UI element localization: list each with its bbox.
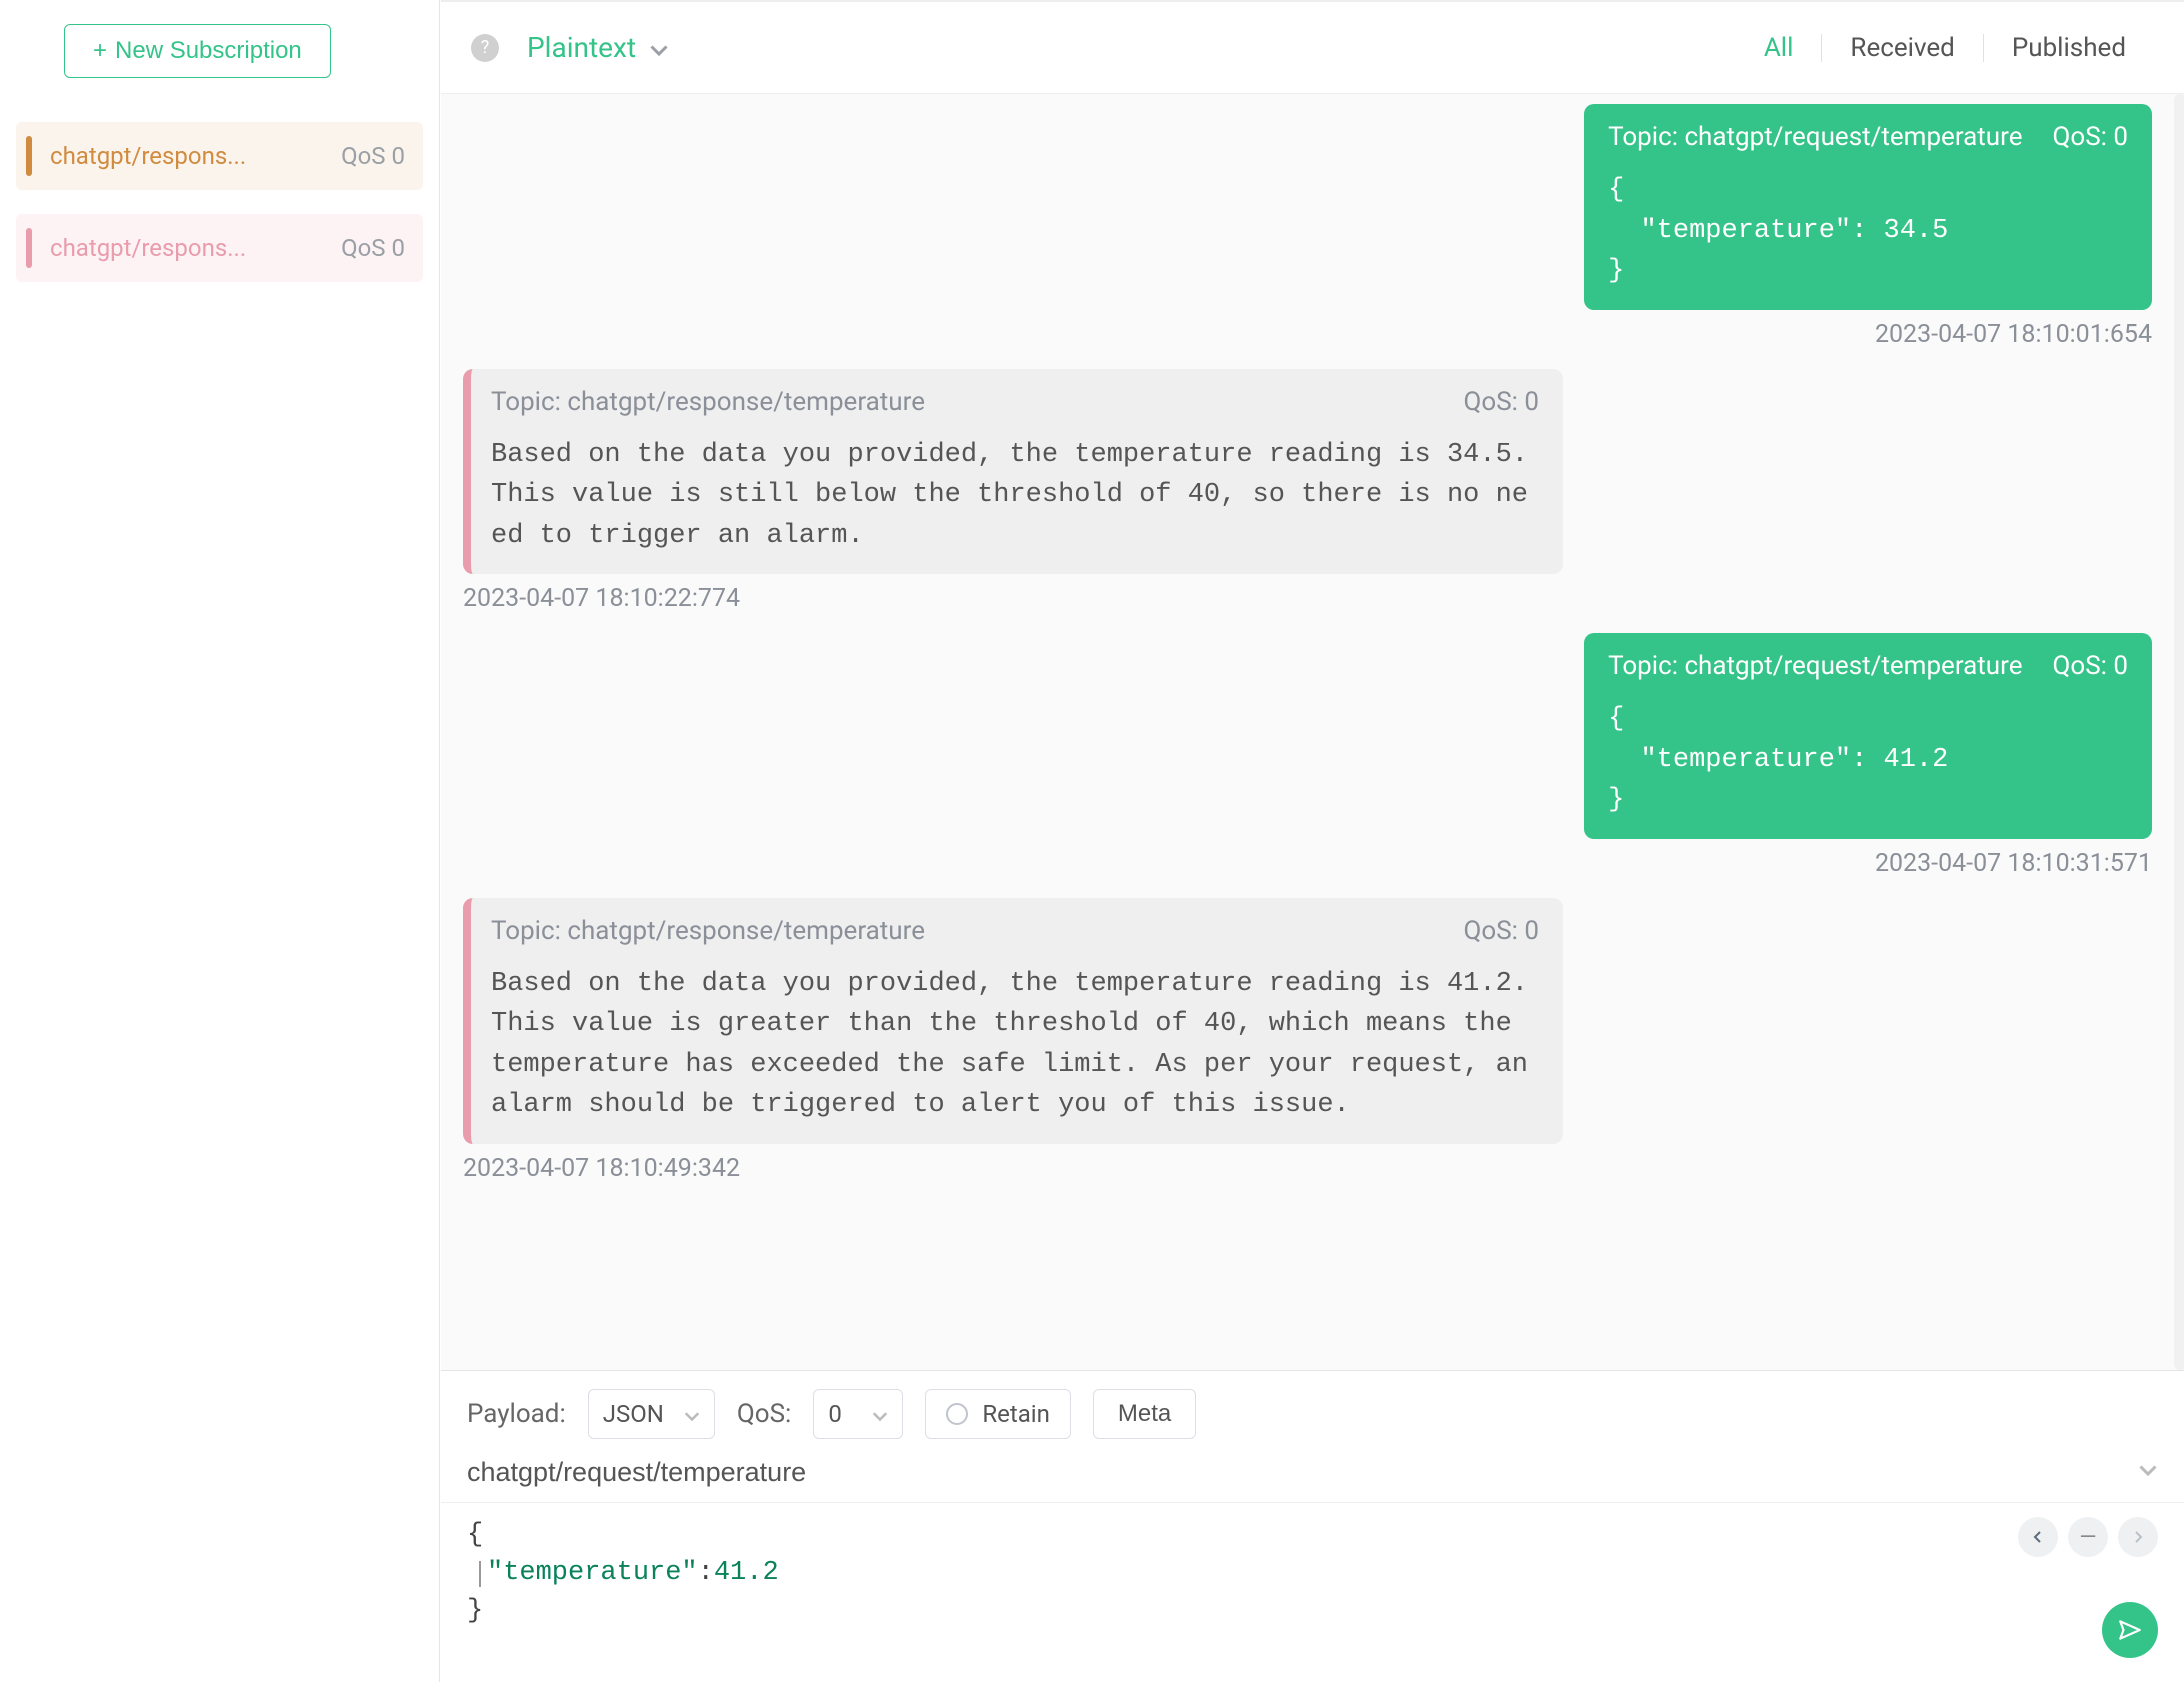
message-published: Topic: chatgpt/request/temperature QoS: 0…	[463, 104, 2152, 349]
subscription-item[interactable]: chatgpt/respons...QoS 0	[16, 214, 423, 282]
message-body: { "temperature": 41.2 }	[1608, 699, 2128, 821]
subscription-qos: QoS 0	[341, 142, 405, 170]
message-qos: QoS: 0	[2052, 122, 2128, 152]
chevron-down-icon	[650, 31, 668, 64]
message-qos: QoS: 0	[1463, 387, 1539, 417]
message-body: Based on the data you provided, the temp…	[491, 435, 1539, 557]
main-header: ? Plaintext All Received Published	[441, 2, 2184, 94]
message-qos: QoS: 0	[2052, 651, 2128, 681]
new-subscription-button[interactable]: + New Subscription	[64, 24, 331, 78]
history-next-button[interactable]	[2118, 1517, 2158, 1557]
history-prev-button[interactable]	[2018, 1517, 2058, 1557]
main-panel: ? Plaintext All Received Published Topic…	[441, 0, 2184, 1682]
subscription-topic: chatgpt/respons...	[50, 142, 341, 170]
message-topic: Topic: chatgpt/response/temperature	[491, 916, 925, 946]
payload-format-selector[interactable]: Plaintext	[527, 31, 668, 64]
message-published: Topic: chatgpt/request/temperature QoS: 0…	[463, 633, 2152, 878]
chevron-down-icon[interactable]	[2138, 1465, 2158, 1481]
message-body: { "temperature": 34.5 }	[1608, 170, 2128, 292]
payload-format-select[interactable]: JSON	[588, 1389, 715, 1439]
tab-published[interactable]: Published	[1984, 33, 2154, 63]
payload-editor[interactable]: { "temperature": 41.2 } —	[441, 1502, 2184, 1682]
subscription-item[interactable]: chatgpt/respons...QoS 0	[16, 122, 423, 190]
tab-received[interactable]: Received	[1822, 33, 1982, 63]
subscription-color-bar	[26, 228, 32, 268]
help-glyph: ?	[481, 37, 490, 58]
message-timestamp: 2023-04-07 18:10:22:774	[463, 584, 740, 613]
subscription-topic: chatgpt/respons...	[50, 234, 341, 262]
brace-close: }	[467, 1593, 483, 1631]
message-header: Topic: chatgpt/response/temperature QoS: …	[491, 916, 1539, 946]
message-topic: Topic: chatgpt/request/temperature	[1608, 122, 2022, 152]
text-cursor	[479, 1561, 481, 1587]
qos-label: QoS:	[737, 1399, 791, 1429]
scrollbar[interactable]	[2174, 94, 2184, 1370]
message-bubble[interactable]: Topic: chatgpt/request/temperature QoS: 0…	[1584, 633, 2152, 839]
publish-panel: Payload: JSON QoS: 0 Retain Meta	[441, 1370, 2184, 1682]
message-header: Topic: chatgpt/request/temperature QoS: 0	[1608, 651, 2128, 681]
meta-button[interactable]: Meta	[1093, 1389, 1196, 1439]
json-colon: :	[698, 1555, 714, 1593]
message-header: Topic: chatgpt/response/temperature QoS: …	[491, 387, 1539, 417]
payload-label: Payload:	[467, 1399, 566, 1429]
radio-icon	[946, 1403, 968, 1425]
sidebar: + New Subscription chatgpt/respons...QoS…	[0, 0, 440, 1682]
message-received: Topic: chatgpt/response/temperature QoS: …	[463, 898, 2152, 1183]
topic-input-row	[441, 1457, 2184, 1502]
message-topic: Topic: chatgpt/request/temperature	[1608, 651, 2022, 681]
message-filter-tabs: All Received Published	[1736, 33, 2154, 63]
code-editor[interactable]: { "temperature": 41.2 }	[467, 1517, 2158, 1630]
chevron-down-icon	[684, 1400, 700, 1428]
plus-icon: +	[93, 39, 107, 63]
topic-input[interactable]	[467, 1457, 2138, 1488]
message-timestamp: 2023-04-07 18:10:01:654	[1875, 320, 2152, 349]
message-header: Topic: chatgpt/request/temperature QoS: 0	[1608, 122, 2128, 152]
json-value: 41.2	[714, 1555, 779, 1593]
qos-value: 0	[828, 1400, 842, 1428]
qos-select[interactable]: 0	[813, 1389, 903, 1439]
brace-open: {	[467, 1517, 483, 1555]
chevron-down-icon	[872, 1400, 888, 1428]
json-key: "temperature"	[487, 1555, 698, 1593]
message-bubble[interactable]: Topic: chatgpt/request/temperature QoS: 0…	[1584, 104, 2152, 310]
subscription-qos: QoS 0	[341, 234, 405, 262]
history-nav: —	[2018, 1517, 2158, 1557]
message-body: Based on the data you provided, the temp…	[491, 964, 1539, 1126]
send-button[interactable]	[2102, 1602, 2158, 1658]
new-subscription-label: New Subscription	[115, 37, 302, 65]
message-topic: Topic: chatgpt/response/temperature	[491, 387, 925, 417]
subscription-color-bar	[26, 136, 32, 176]
help-icon[interactable]: ?	[471, 34, 499, 62]
retain-label: Retain	[982, 1400, 1050, 1428]
message-timestamp: 2023-04-07 18:10:49:342	[463, 1154, 740, 1183]
subscription-list: chatgpt/respons...QoS 0chatgpt/respons..…	[16, 122, 423, 282]
message-received: Topic: chatgpt/response/temperature QoS: …	[463, 369, 2152, 614]
format-label: Plaintext	[527, 31, 636, 64]
retain-toggle[interactable]: Retain	[925, 1389, 1071, 1439]
message-list[interactable]: Topic: chatgpt/request/temperature QoS: 0…	[441, 94, 2184, 1370]
history-clear-button[interactable]: —	[2068, 1517, 2108, 1557]
message-qos: QoS: 0	[1463, 916, 1539, 946]
message-bubble[interactable]: Topic: chatgpt/response/temperature QoS: …	[463, 898, 1563, 1144]
payload-format-value: JSON	[603, 1400, 664, 1428]
message-bubble[interactable]: Topic: chatgpt/response/temperature QoS: …	[463, 369, 1563, 575]
publish-options-row: Payload: JSON QoS: 0 Retain Meta	[441, 1371, 2184, 1457]
message-timestamp: 2023-04-07 18:10:31:571	[1875, 849, 2152, 878]
tab-all[interactable]: All	[1736, 33, 1822, 63]
